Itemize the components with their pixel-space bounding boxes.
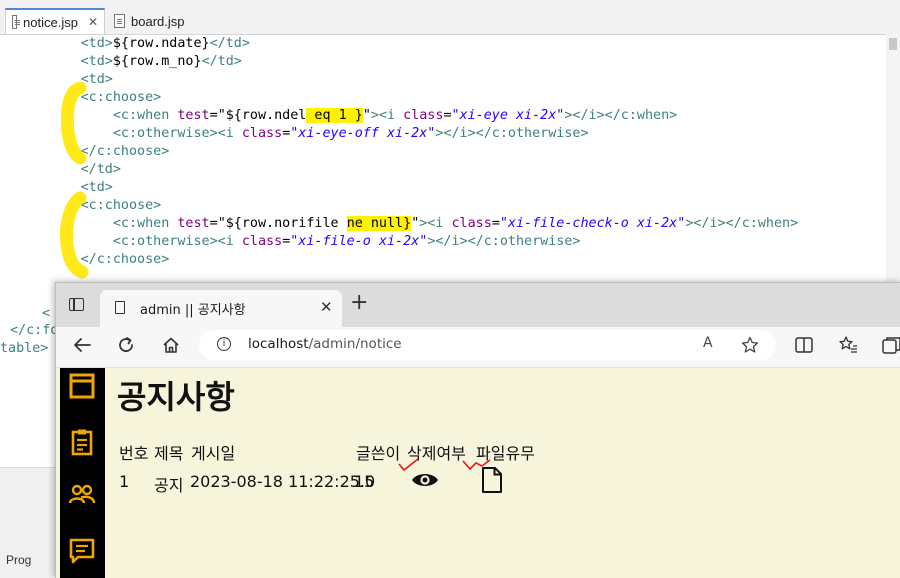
sidebar [60, 368, 105, 578]
clipboard-icon[interactable] [68, 428, 96, 456]
editor-tab-label: notice.jsp [23, 14, 78, 30]
progress-tab-label[interactable]: Prog [6, 553, 31, 567]
close-tab-icon[interactable]: ✕ [320, 298, 333, 316]
code-line: <td>${row.ndate}</td> [80, 36, 250, 51]
jsp-file-icon [114, 14, 125, 28]
cell-date: 2023-08-18 11:22:25.0 [190, 472, 376, 491]
header-no: 번호 [119, 444, 149, 463]
file-icon [482, 467, 502, 493]
home-icon[interactable] [162, 336, 180, 354]
tab-actions-icon[interactable] [69, 298, 84, 311]
header-writer: 글쓴이 [356, 444, 401, 463]
favorite-star-icon[interactable] [741, 336, 759, 354]
header-date: 게시일 [191, 444, 236, 463]
message-icon[interactable] [68, 537, 96, 565]
split-screen-icon[interactable] [795, 337, 813, 353]
editor-tab-bar: notice.jsp ✕ board.jsp [0, 0, 900, 35]
editor-scrollbar[interactable] [886, 34, 900, 282]
browser-tab-title: admin || 공지사항 [140, 303, 246, 318]
favorites-icon[interactable] [838, 335, 858, 355]
eye-icon [412, 474, 438, 486]
editor-bottom-panel: Prog [0, 467, 56, 578]
close-icon[interactable]: ✕ [88, 15, 98, 29]
browser-tab-strip: admin || 공지사항 ✕ + [56, 283, 900, 327]
page-icon [115, 301, 125, 314]
cell-no: 1 [119, 472, 130, 491]
cell-title[interactable]: 공지 [154, 472, 183, 496]
code-line: <c:when test="${row.ndel eq 1 }"><i clas… [112, 108, 678, 123]
collections-icon[interactable] [882, 336, 900, 354]
browser-window: admin || 공지사항 ✕ + i localhost/admin/noti… [55, 282, 900, 578]
editor-tab-label: board.jsp [131, 13, 185, 29]
code-line: <td>${row.m_no}</td> [80, 54, 242, 69]
editor-tab-board[interactable]: board.jsp [108, 8, 198, 34]
browser-toolbar: i localhost/admin/notice A [56, 327, 900, 368]
address-bar[interactable]: i localhost/admin/notice A [199, 330, 776, 360]
browser-tab[interactable]: admin || 공지사항 ✕ [100, 290, 342, 327]
window-icon[interactable] [68, 372, 96, 400]
code-line: <c:when test="${row.norifile ne null}"><… [112, 216, 799, 231]
cell-writer: 15 [354, 472, 375, 491]
highlighter-marks [60, 82, 89, 279]
read-aloud-icon[interactable]: A [703, 335, 713, 351]
header-title: 제목 [154, 444, 184, 463]
reload-icon[interactable] [117, 336, 135, 354]
back-arrow-icon[interactable] [72, 337, 92, 353]
info-icon[interactable]: i [217, 337, 231, 351]
users-icon[interactable] [68, 481, 96, 509]
page-content: 공지사항 번호 제목 게시일 글쓴이 삭제여부 파일유무 1 공지 2023-0… [56, 368, 900, 578]
new-tab-button[interactable]: + [350, 290, 368, 315]
jsp-file-icon [12, 15, 21, 29]
page-title: 공지사항 [117, 378, 235, 416]
editor-tab-notice[interactable]: notice.jsp ✕ [5, 8, 105, 34]
url-text[interactable]: localhost/admin/notice [248, 336, 402, 352]
